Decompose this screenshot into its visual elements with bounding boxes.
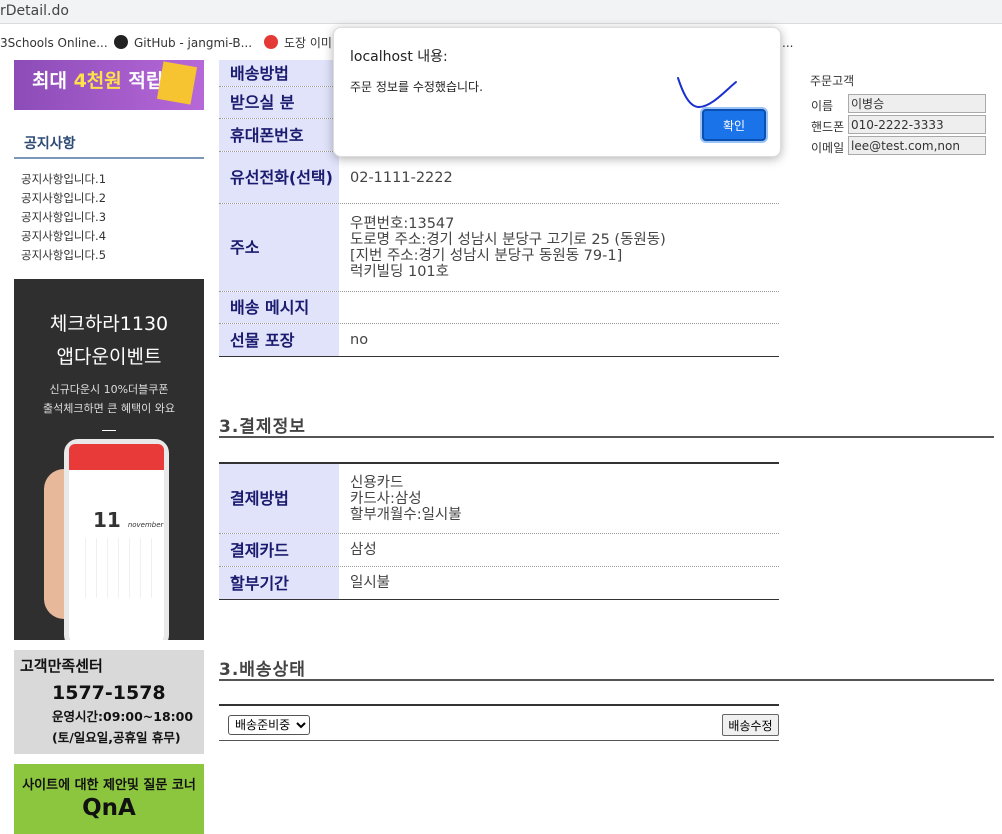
payment-section-title: 3.결제정보 bbox=[219, 412, 994, 438]
row-label: 휴대폰번호 bbox=[219, 119, 339, 151]
phone-day: 11 november bbox=[93, 508, 164, 532]
banner-line: 신규다운시 10%더블쿠폰 bbox=[49, 383, 169, 396]
shipping-status-row: 배송준비중 배송수정 bbox=[219, 704, 779, 741]
table-row: 배송 메시지 bbox=[219, 292, 779, 324]
bookmark-label: 3Schools Online... bbox=[0, 36, 108, 50]
row-value: 02-1111-2222 bbox=[350, 169, 453, 186]
row-label: 결제카드 bbox=[219, 534, 339, 566]
dialog-message: 주문 정보를 수정했습니다. bbox=[350, 80, 483, 94]
row-label: 선물 포장 bbox=[219, 324, 339, 356]
notice-list: 공지사항입니다.1 공지사항입니다.2 공지사항입니다.3 공지사항입니다.4 … bbox=[21, 170, 106, 265]
name-label: 이름 bbox=[811, 99, 834, 113]
qna-line: 사이트에 대한 제안및 질문 코너 bbox=[22, 778, 196, 793]
banner-line: 출석체크하면 큰 혜택이 와요 bbox=[43, 402, 175, 415]
table-row: 유선전화(선택) 02-1111-2222 bbox=[219, 152, 779, 204]
row-label: 주소 bbox=[219, 204, 339, 291]
table-row: 결제카드 삼성 bbox=[219, 534, 779, 567]
row-label: 받으실 분 bbox=[219, 87, 339, 118]
row-label: 배송 메시지 bbox=[219, 292, 339, 323]
qna-title: QnA bbox=[82, 795, 136, 821]
payment-table: 결제방법 신용카드 카드사:삼성 할부개월수:일시불 결제카드 삼성 할부기간 … bbox=[219, 462, 779, 600]
cs-closed: (토/일요일,공휴일 휴무) bbox=[52, 730, 181, 745]
row-value: 삼성 bbox=[350, 542, 377, 558]
shipping-status-select[interactable]: 배송준비중 bbox=[228, 715, 310, 735]
row-value: 일시불 bbox=[350, 575, 391, 591]
phone-field[interactable] bbox=[848, 115, 986, 134]
table-row: 주소 우편번호:13547 도로명 주소:경기 성남시 분당구 고기로 25 (… bbox=[219, 204, 779, 292]
phone-screen-header bbox=[69, 444, 164, 470]
bookmark-w3schools[interactable]: 3Schools Online... bbox=[0, 35, 108, 51]
cs-phone: 1577-1578 bbox=[52, 682, 166, 704]
stamp-icon bbox=[264, 35, 278, 49]
qna-banner[interactable]: 사이트에 대한 제안및 질문 코너 QnA bbox=[14, 764, 204, 834]
table-row: 선물 포장 no bbox=[219, 324, 779, 357]
shipping-status-title: 3.배송상태 bbox=[219, 655, 994, 681]
update-shipping-button[interactable]: 배송수정 bbox=[722, 714, 779, 736]
phone-image: 11 november bbox=[64, 439, 169, 640]
row-value: 우편번호:13547 도로명 주소:경기 성남시 분당구 고기로 25 (동원동… bbox=[350, 215, 666, 280]
calendar-image bbox=[75, 538, 158, 598]
table-row: 결제방법 신용카드 카드사:삼성 할부개월수:일시불 bbox=[219, 464, 779, 534]
row-label: 유선전화(선택) bbox=[219, 152, 339, 203]
notice-item[interactable]: 공지사항입니다.3 bbox=[21, 208, 106, 227]
banner-line: 체크하라1130 bbox=[49, 313, 169, 335]
bookmark-more[interactable]: ... bbox=[782, 35, 793, 51]
bookmark-label: 도장 이미 bbox=[284, 36, 332, 50]
name-field[interactable] bbox=[848, 94, 986, 113]
checkmark-annotation-icon bbox=[677, 77, 737, 108]
customer-info: 주문고객 이름 핸드폰 이메일 bbox=[810, 72, 986, 157]
phone-label: 핸드폰 bbox=[811, 120, 845, 134]
bookmark-stamp[interactable]: 도장 이미 bbox=[264, 35, 332, 51]
address-bar[interactable]: rDetail.do bbox=[0, 0, 1002, 24]
notice-item[interactable]: 공지사항입니다.2 bbox=[21, 189, 106, 208]
row-label: 할부기간 bbox=[219, 567, 339, 599]
gift-icon bbox=[156, 61, 198, 105]
notice-item[interactable]: 공지사항입니다.4 bbox=[21, 227, 106, 246]
email-field[interactable] bbox=[848, 136, 986, 155]
customer-center-box: 고객만족센터 1577-1578 운영시간:09:00~18:00 (토/일요일… bbox=[14, 650, 204, 754]
dialog-title: localhost 내용: bbox=[350, 49, 448, 65]
row-value: 신용카드 카드사:삼성 할부개월수:일시불 bbox=[350, 474, 462, 523]
row-label: 배송방법 bbox=[219, 60, 339, 86]
banner-text: 최대 4천원 적립! bbox=[32, 70, 173, 92]
bookmark-label: GitHub - jangmi-B... bbox=[134, 36, 253, 50]
notice-item[interactable]: 공지사항입니다.5 bbox=[21, 246, 106, 265]
cs-title: 고객만족센터 bbox=[20, 657, 103, 675]
notice-title: 공지사항 bbox=[14, 133, 204, 159]
bookmark-github[interactable]: GitHub - jangmi-B... bbox=[114, 35, 252, 51]
point-event-banner[interactable]: 최대 4천원 적립! bbox=[14, 60, 204, 110]
notice-item[interactable]: 공지사항입니다.1 bbox=[21, 170, 106, 189]
row-value bbox=[350, 292, 779, 323]
email-label: 이메일 bbox=[811, 141, 845, 155]
banner-line: 앱다운이벤트 bbox=[56, 346, 162, 368]
cs-hours: 운영시간:09:00~18:00 bbox=[52, 709, 194, 724]
divider bbox=[102, 430, 116, 431]
row-value: no bbox=[350, 332, 369, 348]
row-label: 결제방법 bbox=[219, 464, 339, 533]
table-row: 할부기간 일시불 bbox=[219, 567, 779, 600]
github-icon bbox=[114, 35, 128, 49]
dialog-ok-button[interactable]: 확인 bbox=[702, 109, 766, 141]
url-text: rDetail.do bbox=[0, 3, 69, 19]
customer-title: 주문고객 bbox=[810, 74, 855, 88]
app-download-banner[interactable]: 체크하라1130 앱다운이벤트 신규다운시 10%더블쿠폰 출석체크하면 큰 혜… bbox=[14, 279, 204, 640]
